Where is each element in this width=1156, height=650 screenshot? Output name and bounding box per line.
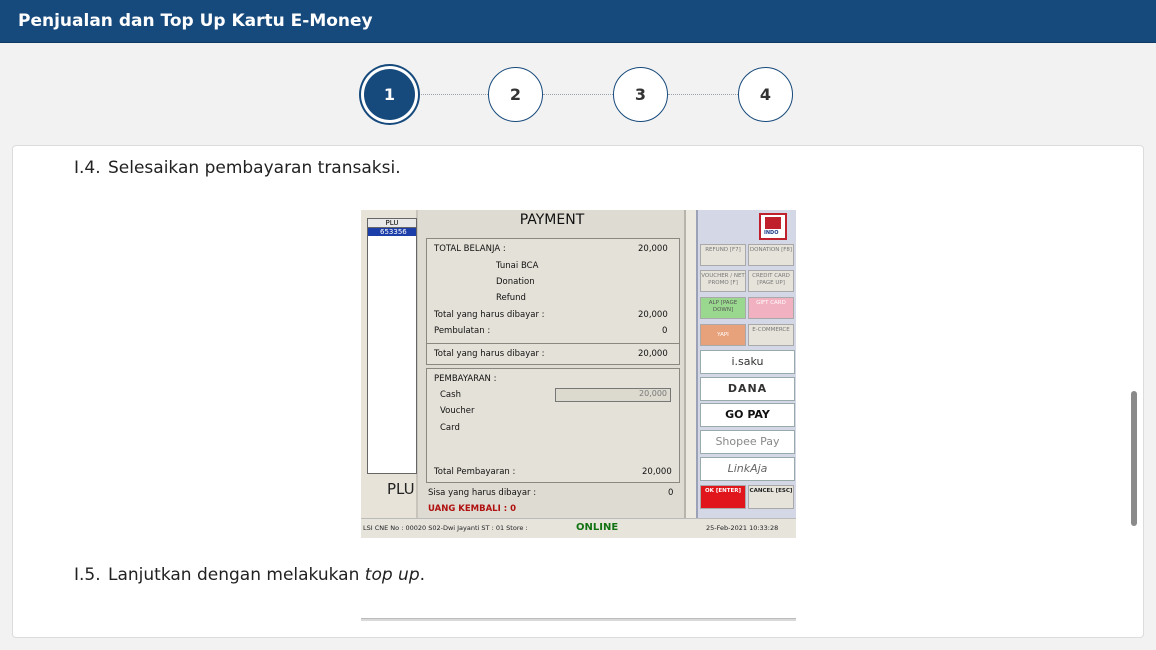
pos-payment-title: PAYMENT	[519, 212, 585, 228]
step-connector	[668, 94, 738, 95]
pos-pembulatan-value: 0	[662, 326, 668, 336]
pos-refund-button[interactable]: REFUND [F7]	[700, 244, 746, 266]
pos-status-bar: LSI CNE No : 00020 S02-Dwi Jayanti ST : …	[361, 518, 796, 538]
pos-plu-label: PLU	[387, 480, 415, 498]
pos-status-left: LSI CNE No : 00020 S02-Dwi Jayanti ST : …	[363, 524, 528, 532]
pos-donation-button[interactable]: DONATION [F8]	[748, 244, 794, 266]
stepper: 1 2 3 4	[0, 67, 1156, 123]
pos-payment-buttons: INDO REFUND [F7] DONATION [F8] VOUCHER /…	[696, 210, 796, 518]
pos-total-harus2-value: 20,000	[638, 349, 668, 359]
step-text: Selesaikan pembayaran transaksi.	[108, 158, 401, 178]
step-1[interactable]: 1	[364, 69, 415, 120]
pos-plu-pane: PLU 653356 PLU	[361, 210, 418, 518]
pos-ok-button[interactable]: OK [ENTER]	[700, 485, 746, 509]
step-3[interactable]: 3	[613, 67, 668, 122]
pos-refund: Refund	[496, 293, 526, 303]
pos-alp-button[interactable]: ALP [PAGE DOWN]	[700, 297, 746, 319]
pos-cancel-button[interactable]: CANCEL [ESC]	[748, 485, 794, 509]
pos-voucher-button[interactable]: VOUCHER / NET PROMO [F]	[700, 270, 746, 292]
pos-sisa-value: 0	[668, 488, 674, 498]
step-connector	[543, 94, 613, 95]
pos-ecommerce-button[interactable]: E-COMMERCE	[748, 324, 794, 346]
pos-credit-card-button[interactable]: CREDIT CARD [PAGE UP]	[748, 270, 794, 292]
pos-donation: Donation	[496, 277, 535, 287]
pos-summary-box	[426, 238, 680, 365]
pos-total-harus-value: 20,000	[638, 310, 668, 320]
pos-shopeepay-button[interactable]: Shopee Pay	[700, 430, 795, 454]
page-title: Penjualan dan Top Up Kartu E-Money	[18, 11, 373, 31]
indomaret-logo: INDO	[759, 213, 787, 240]
pos-plu-header: PLU	[368, 219, 416, 228]
pos-card-label: Card	[440, 423, 460, 433]
pos-plu-table: PLU 653356	[367, 218, 417, 474]
step-2[interactable]: 2	[488, 67, 543, 122]
step-connector	[418, 94, 488, 95]
pos-plu-row: 653356	[368, 228, 416, 236]
step-number: I.5.	[74, 565, 101, 585]
pos-payment-screenshot: PLU 653356 PLU PAYMENT TOTAL BELANJA : 2…	[361, 210, 796, 538]
pos-cash-label: Cash	[440, 390, 461, 400]
step-text: Lanjutkan dengan melakukan	[108, 565, 365, 585]
pos-payment-panel: PAYMENT TOTAL BELANJA : 20,000 Tunai BCA…	[418, 210, 686, 524]
pos-total-harus2-label: Total yang harus dibayar :	[434, 349, 545, 359]
instruction-step-1-4: I.4. Selesaikan pembayaran transaksi.	[74, 158, 401, 178]
pos-pembayaran-box	[426, 368, 680, 483]
instruction-step-1-5: I.5. Lanjutkan dengan melakukan top up.	[74, 565, 425, 585]
pos-online-status: ONLINE	[576, 522, 619, 533]
pos-voucher-label: Voucher	[440, 406, 475, 416]
pos-total-harus-label: Total yang harus dibayar :	[434, 310, 545, 320]
pos-pembayaran-label: PEMBAYARAN :	[434, 374, 497, 384]
pos-total-belanja-value: 20,000	[638, 244, 668, 254]
step-4[interactable]: 4	[738, 67, 793, 122]
page-header: Penjualan dan Top Up Kartu E-Money	[0, 0, 1156, 43]
pos-isaku-button[interactable]: i.saku	[700, 350, 795, 374]
step-text-end: .	[419, 565, 426, 585]
next-image-edge	[361, 618, 796, 621]
pos-linkaja-button[interactable]: LinkAja	[700, 457, 795, 481]
step-number: I.4.	[74, 158, 101, 178]
pos-gift-card-button[interactable]: GIFT CARD	[748, 297, 794, 319]
pos-total-pembayaran-label: Total Pembayaran :	[434, 467, 516, 477]
pos-yapi-button[interactable]: YAPI	[700, 324, 746, 346]
pos-total-belanja-label: TOTAL BELANJA :	[434, 244, 506, 254]
pos-gopay-button[interactable]: GO PAY	[700, 403, 795, 427]
pos-sisa-label: Sisa yang harus dibayar :	[428, 488, 537, 498]
pos-cash-field: 20,000	[555, 388, 671, 402]
pos-status-date: 25-Feb-2021 10:33:28	[706, 524, 779, 532]
pos-total-pembayaran-value: 20,000	[642, 467, 672, 477]
pos-dana-button[interactable]: DANA	[700, 377, 795, 401]
scrollbar-thumb[interactable]	[1131, 391, 1137, 526]
step-text-italic: top up	[364, 565, 420, 585]
pos-tunai-bca: Tunai BCA	[496, 261, 539, 271]
pos-pembulatan-label: Pembulatan :	[434, 326, 491, 336]
content-card: I.4. Selesaikan pembayaran transaksi. PLU…	[12, 145, 1144, 638]
pos-uang-kembali: UANG KEMBALI : 0	[428, 504, 516, 514]
